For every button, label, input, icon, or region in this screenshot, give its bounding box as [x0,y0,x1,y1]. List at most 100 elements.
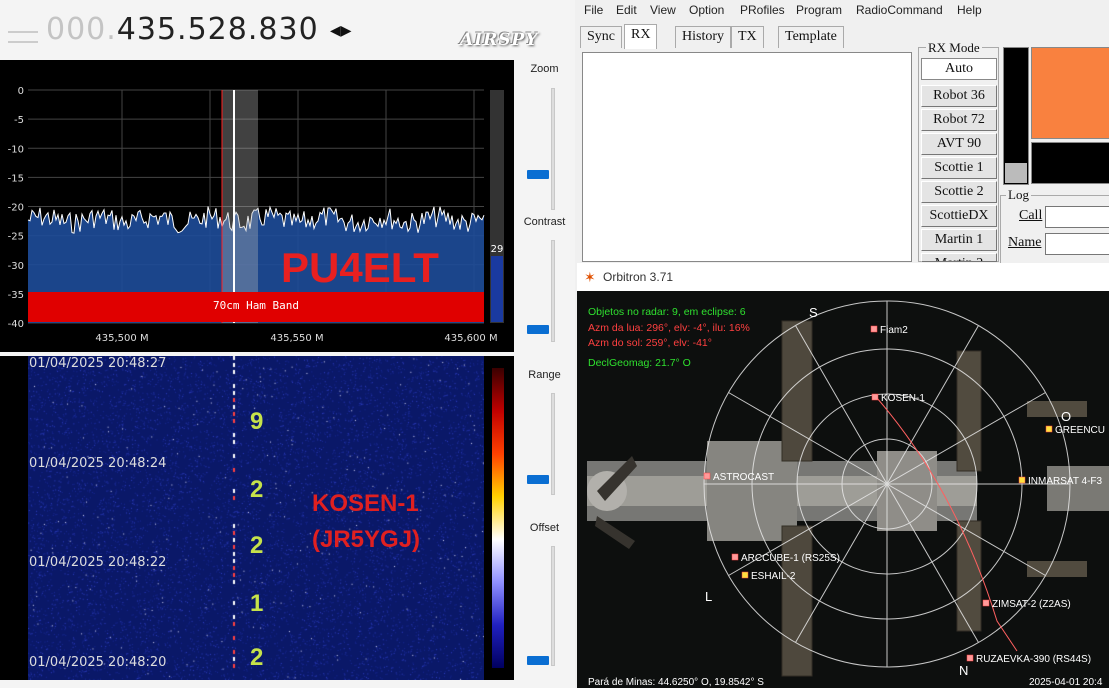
menu-edit[interactable]: Edit [616,3,637,17]
orbitron-title: Orbitron 3.71 [603,270,674,284]
mode-robot72-button[interactable]: Robot 72 [921,109,997,131]
mode-avt90-button[interactable]: AVT 90 [921,133,997,155]
band-label: 70cm Ham Band [213,299,299,312]
menu-view[interactable]: View [650,3,676,17]
spectrum-y-tick: -40 [8,319,24,330]
mode-martin2-button[interactable]: Martin 2 [921,253,997,262]
color-preview-bottom[interactable] [1031,142,1109,184]
satellite-marker[interactable] [703,472,711,480]
offset-slider-thumb[interactable] [527,656,549,665]
waterfall-timestamp: 01/04/2025 20:48:24 [29,456,167,471]
radar-view[interactable]: Fiam2 KOSEN-1 GREENCU ASTROCAST INMARSAT 4-F… [577,291,1109,688]
waterfall-color-legend [492,368,504,668]
tab-rx[interactable]: RX [624,24,658,49]
color-preview-top[interactable] [1031,47,1109,139]
spectrum-y-tick: 0 [18,86,24,97]
compass-east: L [705,589,712,604]
mode-auto-button[interactable]: Auto [921,58,997,80]
satellite-marker[interactable] [871,393,879,401]
frequency-value: 435.528.830 [116,12,319,47]
frequency-display[interactable]: 000.435.528.830 [46,12,319,47]
satellite-label: INMARSAT 4-F3 [1028,476,1103,487]
menu-option[interactable]: Option [689,3,724,17]
signal-level-meter [1003,47,1029,185]
waterfall-digit: 2 [250,532,264,559]
time-footer: 2025-04-01 20:4 [1029,677,1103,688]
zoom-slider-thumb[interactable] [527,170,549,179]
satellite-callsign-label: (JR5YGJ) [312,526,421,553]
waterfall-digit: 2 [250,476,264,503]
radar-info-declination: DeclGeomag: 21.7° O [588,357,691,369]
name-label: Name [1008,235,1042,250]
mode-scottie1-button[interactable]: Scottie 1 [921,157,997,179]
slider-panel: Zoom Contrast Range Offset [514,60,575,688]
level-meter-fill [491,256,503,322]
rx-image-area[interactable] [582,52,912,262]
call-field[interactable] [1045,206,1109,228]
tab-template[interactable]: Template [778,26,844,48]
satellite-marker[interactable] [870,325,878,333]
name-field[interactable] [1045,233,1109,255]
waterfall-display[interactable]: 01/04/2025 20:48:27 01/04/2025 20:48:24 … [0,356,514,680]
spectrum-y-tick: -30 [8,261,24,272]
sdr-window: 000.435.528.830 ◀▶ AIRSPY 0 -5 -10 -15 -20 -2… [0,0,575,688]
menu-profiles[interactable]: PRofiles [740,3,785,17]
satellite-marker[interactable] [1045,425,1053,433]
offset-slider-track[interactable] [551,546,555,666]
mode-scottie2-button[interactable]: Scottie 2 [921,181,997,203]
waterfall-timestamp: 01/04/2025 20:48:22 [29,555,167,570]
mode-scottiedx-button[interactable]: ScottieDX [921,205,997,227]
level-value: 29 [491,244,504,255]
satellite-marker[interactable] [966,654,974,662]
satellite-marker[interactable] [731,553,739,561]
waterfall-timestamp: 01/04/2025 20:48:27 [29,356,167,371]
spectrum-display[interactable]: 0 -5 -10 -15 -20 -25 -30 -35 -40 435,500 M 435,55… [0,60,514,352]
spectrum-y-tick: -10 [8,144,24,155]
log-label: Log [1006,187,1031,203]
range-slider-thumb[interactable] [527,475,549,484]
menu-file[interactable]: File [584,3,603,17]
spectrum-x-tick: 435,500 M [95,333,148,344]
rx-mode-label: RX Mode [926,40,982,56]
spectrum-y-tick: -25 [8,232,24,243]
satellite-label: ZIMSAT-2 (Z2AS) [992,599,1071,610]
orbitron-logo-icon: ✶ [584,269,596,285]
satellite-label: ASTROCAST [713,472,774,483]
contrast-slider-track[interactable] [551,240,555,342]
mode-robot36-button[interactable]: Robot 36 [921,85,997,107]
frequency-step-arrows-icon[interactable]: ◀▶ [330,22,352,39]
spectrum-y-tick: -20 [8,203,24,214]
signal-level-fill [1005,163,1027,183]
menu-help[interactable]: Help [957,3,982,17]
orbitron-title-bar[interactable]: ✶ Orbitron 3.71 [577,263,1109,291]
tab-history[interactable]: History [675,26,731,48]
mmsstv-window: File Edit View Option PRofiles Program R… [577,0,1109,265]
menu-handle-icon[interactable] [8,31,38,43]
spectrum-x-tick: 435,550 M [270,333,323,344]
tab-sync[interactable]: Sync [580,26,622,48]
menu-radiocommand[interactable]: RadioCommand [856,3,943,17]
callsign-label: PU4ELT [281,244,439,291]
mode-martin1-button[interactable]: Martin 1 [921,229,997,251]
call-label: Call [1019,208,1043,223]
radar-info-moon: Azm da lua: 296°, elv: -4°, ilu: 16% [588,322,750,334]
offset-label: Offset [529,522,560,534]
satellite-marker[interactable] [1018,476,1026,484]
menu-program[interactable]: Program [796,3,842,17]
contrast-label: Contrast [523,216,566,228]
satellite-marker[interactable] [982,599,990,607]
frequency-leading: 000. [46,12,117,47]
location-footer: Pará de Minas: 44.6250° O, 19.8542° S [588,677,764,688]
contrast-slider-thumb[interactable] [527,325,549,334]
zoom-slider-track[interactable] [551,88,555,210]
filter-bandwidth-overlay[interactable] [222,90,258,323]
satellite-label: ESHAIL-2 [751,571,796,582]
waterfall-digit: 2 [250,644,264,671]
tab-tx[interactable]: TX [731,26,764,48]
satellite-marker[interactable] [741,571,749,579]
satellite-label: GREENCU [1055,425,1105,436]
waterfall-digit: 1 [250,590,264,617]
spectrum-x-tick: 435,600 M [444,333,497,344]
range-slider-track[interactable] [551,393,555,495]
iss-background [587,320,1109,677]
